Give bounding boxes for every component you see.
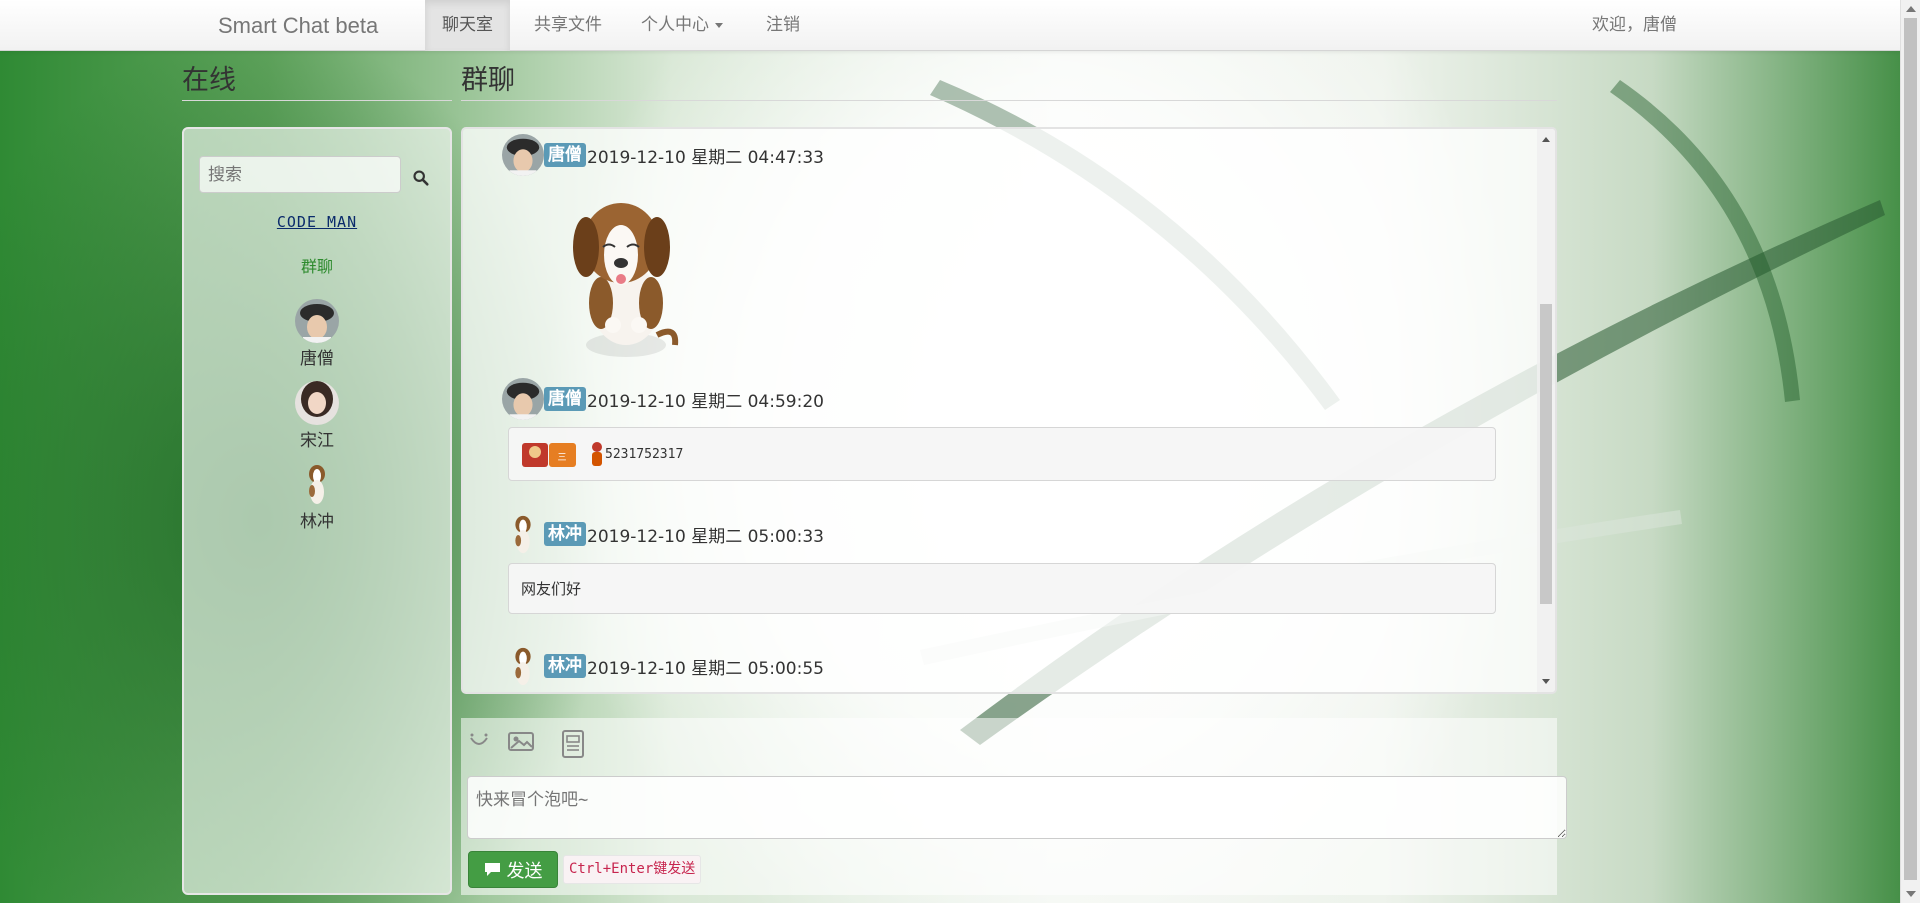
user-name: 唐僧: [300, 349, 334, 369]
online-user-item[interactable]: 宋江: [184, 381, 450, 451]
file-icon[interactable]: [559, 728, 587, 760]
message-time: 2019-12-10 星期二 05:00:33: [587, 526, 824, 547]
dog-sticker-image[interactable]: [561, 185, 686, 365]
user-badge[interactable]: 林冲: [544, 654, 586, 678]
brand-logo[interactable]: Smart Chat beta: [218, 13, 378, 39]
top-navbar: Smart Chat beta 聊天室 共享文件 个人中心 注销 欢迎，唐僧: [0, 0, 1900, 51]
divider: [461, 100, 1557, 101]
scroll-thumb[interactable]: [1904, 18, 1917, 880]
scroll-thumb[interactable]: [1540, 304, 1552, 604]
send-button-label: 发送: [506, 860, 543, 882]
user-badge[interactable]: 唐僧: [544, 143, 586, 167]
message-header: 林冲 2019-12-10 星期二 05:00:33: [502, 512, 824, 556]
avatar: [502, 134, 544, 176]
dog-avatar: [515, 647, 531, 686]
user-name: 林冲: [300, 512, 334, 532]
message-bubble: 三 5231752317: [508, 427, 1496, 481]
scroll-down-icon[interactable]: [1542, 679, 1550, 684]
welcome-text: 欢迎，唐僧: [1592, 15, 1677, 35]
code-man-link[interactable]: CODE MAN: [277, 213, 357, 231]
page-scrollbar[interactable]: [1900, 0, 1920, 903]
nav-chatroom[interactable]: 聊天室: [425, 0, 510, 51]
send-button[interactable]: 发送: [468, 851, 558, 888]
search-input[interactable]: [199, 156, 401, 193]
search-icon[interactable]: [412, 169, 430, 187]
user-name: 宋江: [300, 431, 334, 451]
group-chat-link[interactable]: 群聊: [184, 253, 450, 277]
avatar: [295, 381, 339, 425]
shortcut-hint: Ctrl+Enter键发送: [563, 855, 702, 884]
scroll-up-icon[interactable]: [1906, 6, 1916, 12]
dog-avatar: [515, 515, 531, 554]
smile-icon[interactable]: [466, 728, 492, 754]
avatar: [502, 378, 544, 420]
online-user-item[interactable]: 林冲: [184, 462, 450, 532]
dog-avatar: [309, 465, 325, 504]
nav-personal-center-label: 个人中心: [641, 15, 709, 35]
online-user-item[interactable]: 唐僧: [184, 299, 450, 369]
message-time: 2019-12-10 星期二 04:59:20: [587, 391, 824, 412]
nav-logout[interactable]: 注销: [749, 0, 817, 51]
nav-shared-files[interactable]: 共享文件: [517, 0, 619, 51]
message-time: 2019-12-10 星期二 05:00:55: [587, 658, 824, 679]
chevron-down-icon: [715, 22, 723, 28]
group-chat-heading: 群聊: [461, 65, 515, 96]
message-text: 5231752317: [605, 446, 684, 462]
message-header: 林冲 2019-12-10 星期二 05:00:55: [502, 644, 824, 688]
avatar: [295, 299, 339, 343]
scroll-down-icon[interactable]: [1906, 891, 1916, 897]
message-bubble: 网友们好: [508, 563, 1496, 614]
divider: [182, 100, 452, 101]
message-header: 唐僧 2019-12-10 星期二 04:59:20: [502, 377, 824, 421]
svg-text:三: 三: [557, 453, 566, 463]
emoji-sticker-figure: [592, 442, 602, 466]
chat-scrollbar[interactable]: [1537, 129, 1555, 692]
comment-icon: [484, 863, 500, 876]
chat-messages-box[interactable]: 唐僧 2019-12-10 星期二 04:47:33 唐僧 2019-12-10…: [461, 127, 1557, 694]
emoji-stickers: 三: [522, 443, 576, 467]
user-badge[interactable]: 林冲: [544, 522, 586, 546]
scroll-up-icon[interactable]: [1542, 137, 1550, 142]
message-input[interactable]: [467, 776, 1567, 839]
online-heading: 在线: [182, 65, 236, 96]
message-time: 2019-12-10 星期二 04:47:33: [587, 147, 824, 168]
user-badge[interactable]: 唐僧: [544, 387, 586, 411]
image-icon[interactable]: [507, 728, 535, 754]
message-composer: 发送 Ctrl+Enter键发送: [461, 718, 1567, 895]
code-man-logo[interactable]: CODE MAN: [184, 213, 450, 231]
nav-personal-center[interactable]: 个人中心: [624, 0, 740, 51]
message-header: 唐僧 2019-12-10 星期二 04:47:33: [502, 133, 824, 177]
online-users-panel: CODE MAN 群聊 唐僧 宋江 林冲: [182, 127, 452, 895]
message-text: 网友们好: [521, 580, 582, 598]
